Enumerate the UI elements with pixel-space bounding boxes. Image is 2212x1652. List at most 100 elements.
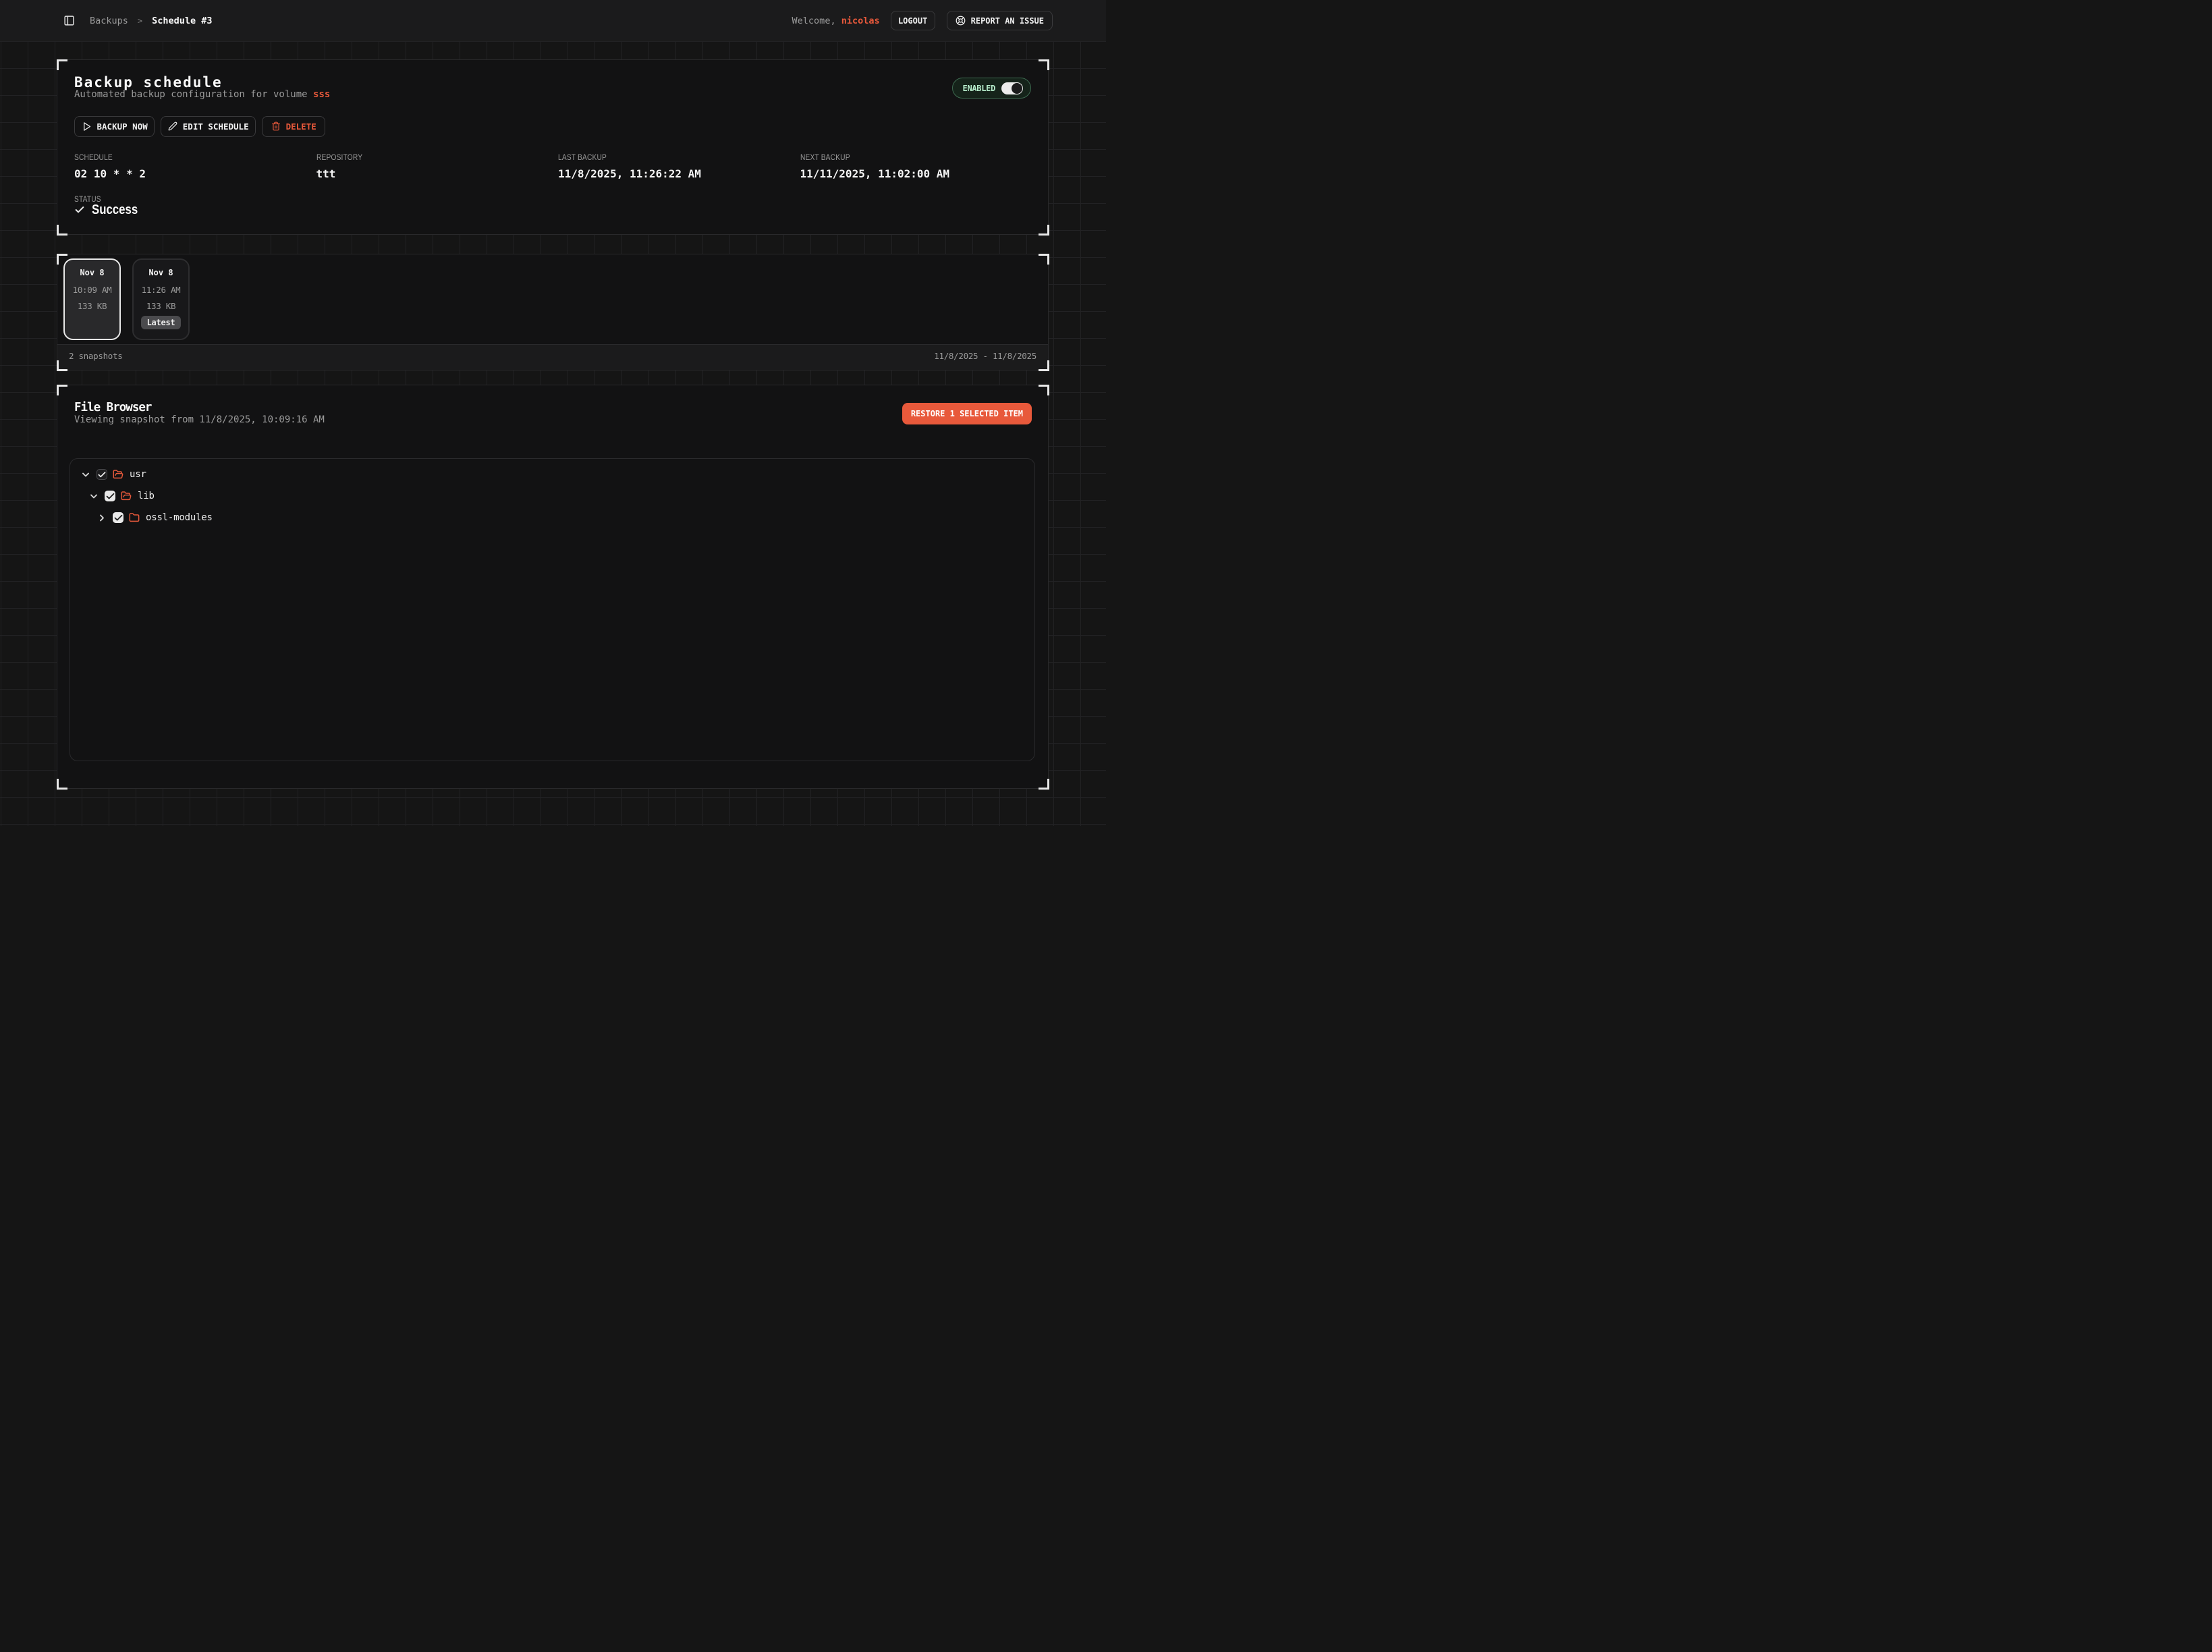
- tree-row-usr[interactable]: usr: [70, 464, 1034, 485]
- field-value: ttt: [316, 167, 559, 181]
- snapshot-date-range: 11/8/2025 - 11/8/2025: [934, 351, 1036, 361]
- snapshot-time: 11:26 AM: [142, 285, 181, 295]
- field-schedule: SCHEDULE 02 10 * * 2: [74, 150, 316, 181]
- tree-label: ossl-modules: [146, 512, 213, 523]
- tree-row-ossl-modules[interactable]: ossl-modules: [70, 507, 1034, 528]
- chevron-right-icon: [96, 512, 107, 524]
- edit-schedule-button[interactable]: EDIT SCHEDULE: [161, 116, 256, 137]
- breadcrumb: Backups > Schedule #3: [75, 16, 213, 26]
- corner-bracket: [1039, 254, 1049, 265]
- trash-icon-wrap: [271, 121, 281, 131]
- field-last-backup: LAST BACKUP 11/8/2025, 11:26:22 AM: [558, 150, 800, 181]
- breadcrumb-current-page: Schedule #3: [152, 16, 212, 26]
- field-repository: REPOSITORY ttt: [316, 150, 559, 181]
- tree-expander[interactable]: [96, 512, 107, 523]
- top-bar: Backups > Schedule #3 Welcome, nicolas L…: [0, 0, 1106, 41]
- toggle-switch[interactable]: [1001, 82, 1023, 94]
- enabled-toggle[interactable]: ENABLED: [952, 78, 1031, 99]
- tree-label: usr: [130, 469, 146, 480]
- latest-badge: Latest: [141, 316, 182, 329]
- field-value: 11/8/2025, 11:26:22 AM: [558, 167, 800, 181]
- check-icon: [74, 204, 85, 215]
- corner-bracket: [1039, 385, 1049, 395]
- lifebuoy-icon: [956, 16, 966, 26]
- backup-now-button[interactable]: BACKUP NOW: [74, 116, 155, 137]
- button-label: BACKUP NOW: [97, 121, 148, 132]
- file-tree: usr lib ossl-modules: [70, 458, 1035, 761]
- check-icon: [97, 470, 107, 480]
- snapshot-date: Nov 8: [148, 268, 173, 277]
- folder-icon: [129, 512, 140, 523]
- play-icon-wrap: [82, 121, 92, 132]
- welcome-text: Welcome, nicolas: [792, 16, 880, 26]
- pencil-icon: [168, 121, 177, 131]
- field-label: SCHEDULE: [74, 153, 113, 162]
- field-value: 11/11/2025, 11:02:00 AM: [800, 167, 1043, 181]
- trash-icon: [271, 121, 281, 131]
- button-label: REPORT AN ISSUE: [971, 16, 1044, 26]
- snapshot-time: 10:09 AM: [73, 285, 112, 295]
- breadcrumb-backups[interactable]: Backups: [90, 16, 128, 26]
- chevron-down-icon: [88, 491, 99, 502]
- field-status: STATUS Success: [74, 192, 316, 216]
- file-browser-panel: File Browser Viewing snapshot from 11/8/…: [57, 385, 1049, 789]
- corner-bracket: [57, 385, 67, 395]
- tree-expander[interactable]: [80, 469, 91, 480]
- folder-open-icon: [121, 491, 132, 501]
- field-label: LAST BACKUP: [558, 153, 607, 162]
- corner-bracket: [1039, 779, 1049, 790]
- file-browser-subtitle: Viewing snapshot from 11/8/2025, 10:09:1…: [74, 414, 1031, 426]
- username: nicolas: [841, 16, 880, 26]
- snapshot-size: 133 KB: [146, 301, 175, 311]
- backup-schedule-panel: Backup schedule Automated backup configu…: [57, 59, 1049, 235]
- corner-bracket: [1039, 360, 1049, 371]
- toggle-label: ENABLED: [963, 84, 995, 93]
- check-icon: [105, 491, 115, 501]
- restore-button[interactable]: RESTORE 1 SELECTED ITEM: [902, 403, 1032, 424]
- field-label: REPOSITORY: [316, 153, 362, 162]
- chevron-down-icon: [80, 469, 91, 480]
- main-content: Backup schedule Automated backup configu…: [0, 41, 1106, 826]
- delete-button[interactable]: DELETE: [262, 116, 325, 137]
- folder-icon-wrap: [121, 491, 132, 501]
- panel-subtitle: Automated backup configuration for volum…: [74, 88, 1031, 101]
- snapshots-panel: Nov 8 10:09 AM 133 KB Nov 8 11:26 AM 133…: [57, 254, 1049, 370]
- field-value: 02 10 * * 2: [74, 167, 316, 181]
- snapshot-size: 133 KB: [78, 301, 107, 311]
- button-label: EDIT SCHEDULE: [183, 121, 249, 132]
- tree-label: lib: [138, 491, 155, 501]
- snapshot-count: 2 snapshots: [69, 351, 122, 361]
- toggle-knob: [1012, 83, 1022, 94]
- status-value: Success: [92, 205, 138, 215]
- check-icon: [113, 513, 123, 523]
- checkbox-ossl-modules[interactable]: [113, 512, 123, 523]
- logout-button[interactable]: LOGOUT: [891, 11, 935, 30]
- folder-icon-wrap: [129, 512, 140, 523]
- folder-open-icon: [113, 469, 123, 480]
- folder-icon-wrap: [113, 469, 123, 480]
- corner-bracket: [1039, 225, 1049, 236]
- corner-bracket: [57, 779, 67, 790]
- tree-expander[interactable]: [88, 491, 99, 501]
- snapshots-footer: 2 snapshots 11/8/2025 - 11/8/2025: [57, 344, 1048, 370]
- volume-name: sss: [313, 89, 330, 100]
- tree-row-lib[interactable]: lib: [70, 485, 1034, 507]
- checkbox-lib[interactable]: [105, 491, 115, 501]
- sidebar-toggle-button[interactable]: [63, 15, 75, 26]
- corner-bracket: [1039, 59, 1049, 70]
- pencil-icon-wrap: [168, 121, 177, 131]
- breadcrumb-separator: >: [138, 16, 142, 26]
- field-label: NEXT BACKUP: [800, 153, 850, 162]
- welcome-prefix: Welcome,: [792, 16, 836, 26]
- snapshot-card-latest[interactable]: Nov 8 11:26 AM 133 KB Latest: [132, 258, 190, 340]
- panel-left-icon: [63, 15, 75, 26]
- snapshot-card-selected[interactable]: Nov 8 10:09 AM 133 KB: [63, 258, 121, 340]
- report-issue-button[interactable]: REPORT AN ISSUE: [947, 11, 1053, 30]
- corner-bracket: [57, 254, 67, 265]
- field-next-backup: NEXT BACKUP 11/11/2025, 11:02:00 AM: [800, 150, 1043, 181]
- play-icon: [82, 121, 92, 132]
- corner-bracket: [57, 225, 67, 236]
- snapshot-date: Nov 8: [80, 268, 104, 277]
- button-label: DELETE: [286, 121, 316, 132]
- checkbox-usr[interactable]: [96, 469, 107, 480]
